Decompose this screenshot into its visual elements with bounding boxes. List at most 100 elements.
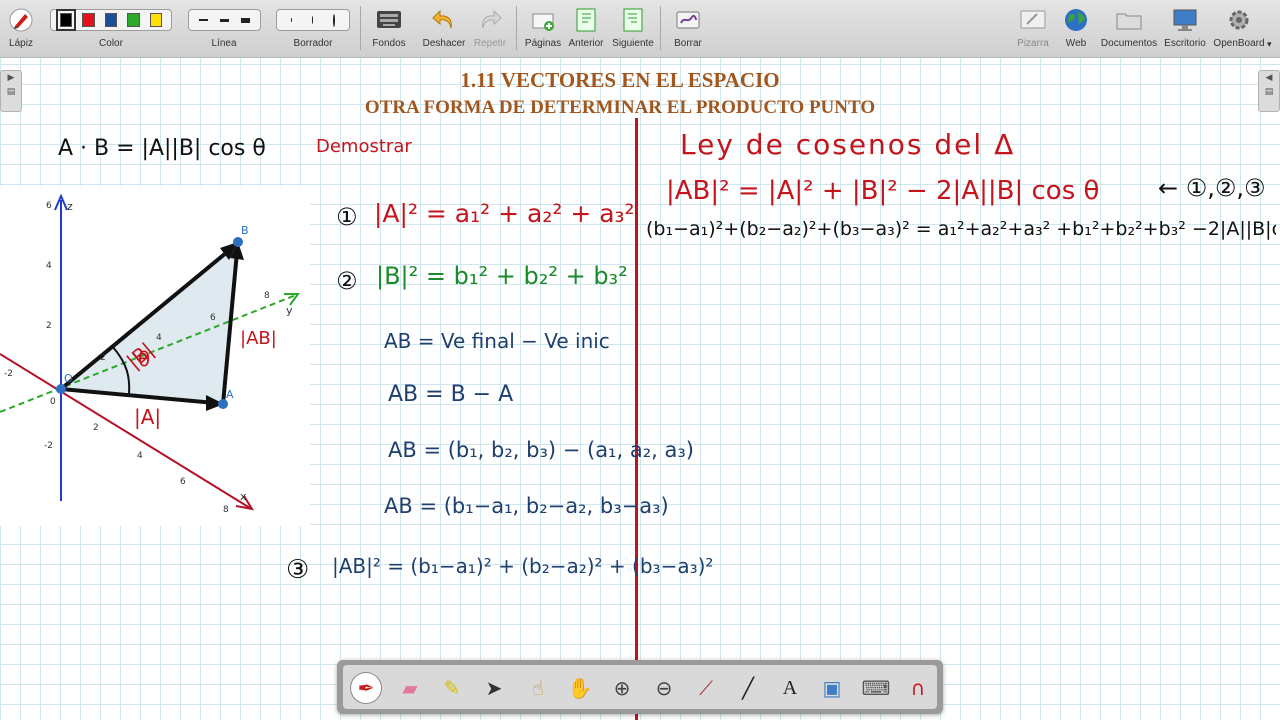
color-black-swatch[interactable]: [55, 9, 77, 31]
properties-icon: ▤: [1264, 87, 1274, 97]
zero-label: 0: [50, 397, 56, 407]
laser-pointer-tool[interactable]: ⟋: [691, 673, 721, 703]
origin-point: [56, 384, 66, 394]
vector-a-magnitude-label: |A|: [134, 405, 161, 429]
redo-icon: [482, 9, 502, 29]
magnet-tool[interactable]: ∩: [903, 673, 933, 703]
origin-label: O: [64, 372, 73, 385]
clear-page-icon: [676, 11, 700, 29]
undo-label: Deshacer: [422, 38, 466, 49]
pen-icon: [9, 8, 33, 32]
bottom-tool-palette: ✒ ▰ ✎ ➤ ☝ ✋ ⊕ ⊖ ⟋ ╱ A ▣ ⌨ ∩: [337, 660, 943, 714]
ab-components: AB = (b₁, b₂, b₃) − (a₁, a₂, a₃): [388, 438, 694, 462]
eraser-size-palette: [276, 9, 350, 31]
y-tick-label: 6: [210, 313, 216, 323]
redo-label: Repetir: [473, 38, 507, 49]
line-medium-option[interactable]: [220, 18, 229, 22]
pen-tool-button[interactable]: [6, 6, 36, 34]
y-axis-label: y: [286, 304, 293, 317]
undo-button[interactable]: [429, 6, 459, 34]
zoom-out-tool[interactable]: ⊖: [649, 673, 679, 703]
red-vertical-divider: [635, 118, 638, 720]
line-tool[interactable]: ╱: [733, 673, 763, 703]
eraser-large-option[interactable]: [332, 13, 335, 27]
page-title: 1.11 VECTORES EN EL ESPACIO: [460, 68, 780, 92]
eraser-label: Borrador: [293, 38, 333, 49]
right-properties-tab[interactable]: ◀ ▤: [1258, 70, 1280, 112]
next-page-button[interactable]: [618, 6, 648, 34]
selector-tool[interactable]: ➤: [479, 673, 509, 703]
whiteboard-icon: [1020, 10, 1046, 29]
color-blue-swatch[interactable]: [104, 13, 118, 27]
openboard-dropdown-icon[interactable]: ▾: [1267, 40, 1272, 50]
web-label: Web: [1065, 38, 1087, 49]
eraser-icon: ▰: [402, 676, 418, 700]
magnet-icon: ∩: [910, 676, 926, 700]
theta-label: θ: [138, 347, 150, 371]
board-mode-label: Pizarra: [1017, 38, 1049, 49]
zoom-out-icon: ⊖: [655, 676, 673, 700]
redo-button[interactable]: [475, 6, 505, 34]
x-tick-label: 8: [223, 505, 229, 515]
z-tick-label: 6: [46, 201, 52, 211]
highlighter-tool[interactable]: ✎: [437, 673, 467, 703]
desktop-button[interactable]: [1170, 6, 1200, 34]
toolbar-separator: [660, 6, 661, 50]
board-mode-button[interactable]: [1018, 6, 1048, 34]
previous-page-icon: [576, 8, 596, 32]
documents-button[interactable]: [1114, 6, 1144, 34]
point-b: [233, 237, 243, 247]
law-of-cosines-formula: |AB|² = |A|² + |B|² − 2|A||B| cos θ: [666, 176, 1100, 206]
z-tick-label: 4: [46, 261, 52, 271]
y-tick-label: 2: [100, 353, 106, 363]
add-page-icon: [532, 13, 554, 31]
z-tick-label: -2: [44, 441, 53, 451]
desktop-label: Escritorio: [1164, 38, 1206, 49]
backgrounds-button[interactable]: [374, 6, 404, 34]
eraser-tool[interactable]: ▰: [395, 673, 425, 703]
color-yellow-swatch[interactable]: [149, 13, 163, 27]
x-tick-label: 2: [93, 423, 99, 433]
backgrounds-label: Fondos: [372, 38, 406, 49]
color-green-swatch[interactable]: [127, 13, 140, 27]
page-subtitle: OTRA FORMA DE DETERMINAR EL PRODUCTO PUN…: [364, 97, 876, 118]
capture-tool[interactable]: ▣: [817, 673, 847, 703]
vector-3d-graph: 6 4 2 -2 2 4 6 8 2 4 6 8 -2 0 z y x O B …: [0, 186, 310, 526]
gear-icon: [1229, 10, 1249, 30]
point-a-label: A: [226, 388, 234, 401]
pages-button[interactable]: [528, 6, 558, 34]
openboard-menu-button[interactable]: [1224, 6, 1254, 34]
color-red-swatch[interactable]: [82, 13, 95, 27]
clear-page-button[interactable]: [673, 6, 703, 34]
point-b-label: B: [241, 224, 249, 237]
pan-tool[interactable]: ✋: [565, 673, 595, 703]
x-tick-label: 4: [137, 451, 143, 461]
clear-page-label: Borrar: [674, 38, 702, 49]
pages-label: Páginas: [524, 38, 562, 49]
equation-1-marker: ①: [336, 203, 358, 231]
ab-result: AB = (b₁−a₁, b₂−a₂, b₃−a₃): [384, 494, 669, 518]
text-tool[interactable]: A: [775, 673, 805, 703]
web-button[interactable]: [1061, 6, 1091, 34]
equation-3-marker: ③: [286, 555, 310, 585]
ab-difference: AB = B − A: [388, 382, 514, 407]
color-palette: [50, 9, 172, 31]
highlighter-icon: ✎: [443, 676, 461, 700]
x-axis-label: x: [240, 490, 247, 503]
text-icon: A: [782, 676, 798, 699]
line-thin-option[interactable]: [199, 19, 208, 21]
keyboard-background-icon: [377, 11, 401, 28]
line-thick-option[interactable]: [241, 17, 250, 23]
documents-label: Documentos: [1100, 38, 1158, 49]
z-tick-label: 2: [46, 321, 52, 331]
virtual-keyboard-tool[interactable]: ⌨: [861, 673, 891, 703]
eraser-medium-option[interactable]: [311, 16, 313, 24]
equation-3: |AB|² = (b₁−a₁)² + (b₂−a₂)² + (b₃−a₃)²: [332, 554, 714, 578]
whiteboard-canvas[interactable]: ▶ ▤ ◀ ▤ 1.11 VECTORES EN EL ESPACIO OTRA F…: [0, 58, 1280, 720]
zoom-in-tool[interactable]: ⊕: [607, 673, 637, 703]
eraser-small-option[interactable]: [291, 18, 292, 22]
next-page-icon: [623, 8, 643, 32]
interact-tool[interactable]: ☝: [523, 673, 553, 703]
pen-tool[interactable]: ✒: [351, 673, 381, 703]
previous-page-button[interactable]: [571, 6, 601, 34]
